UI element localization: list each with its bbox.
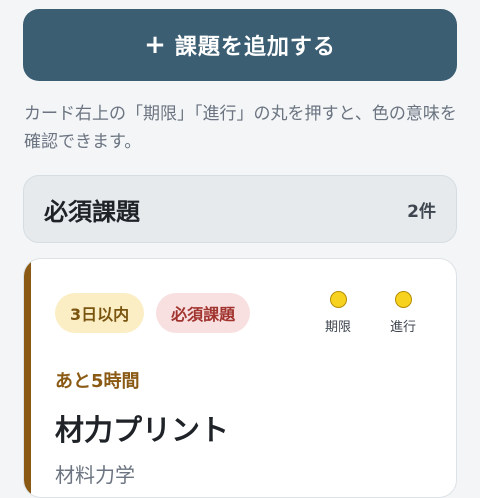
deadline-indicator-label: 期限 bbox=[324, 320, 351, 335]
progress-status-dot[interactable] bbox=[394, 291, 412, 308]
add-task-button[interactable]: + 課題を追加する bbox=[23, 9, 457, 81]
task-subject: 材料力学 bbox=[55, 463, 135, 487]
deadline-status-dot[interactable] bbox=[329, 291, 347, 308]
task-card[interactable]: 3日以内 必須課題 期限 進行 あと5時間 材力プリント 材料力学 bbox=[23, 258, 457, 498]
add-task-label: 課題を追加する bbox=[174, 35, 336, 60]
progress-indicator[interactable]: 進行 bbox=[378, 291, 428, 335]
section-header-required[interactable]: 必須課題 2件 bbox=[23, 175, 457, 243]
plus-icon: + bbox=[144, 30, 167, 60]
time-remaining: あと5時間 bbox=[55, 371, 140, 392]
card-badges: 3日以内 必須課題 bbox=[55, 293, 251, 333]
hint-text: カード右上の「期限」「進行」の丸を押すと、色の意味を確認できます。 bbox=[24, 104, 457, 152]
deadline-badge: 3日以内 bbox=[55, 293, 145, 333]
section-title: 必須課題 bbox=[44, 197, 140, 226]
card-accent-stripe bbox=[24, 259, 31, 497]
task-title: 材力プリント bbox=[55, 413, 230, 447]
section-count: 2件 bbox=[407, 201, 436, 222]
deadline-indicator[interactable]: 期限 bbox=[313, 291, 363, 335]
progress-indicator-label: 進行 bbox=[389, 320, 416, 335]
category-badge: 必須課題 bbox=[156, 293, 251, 333]
